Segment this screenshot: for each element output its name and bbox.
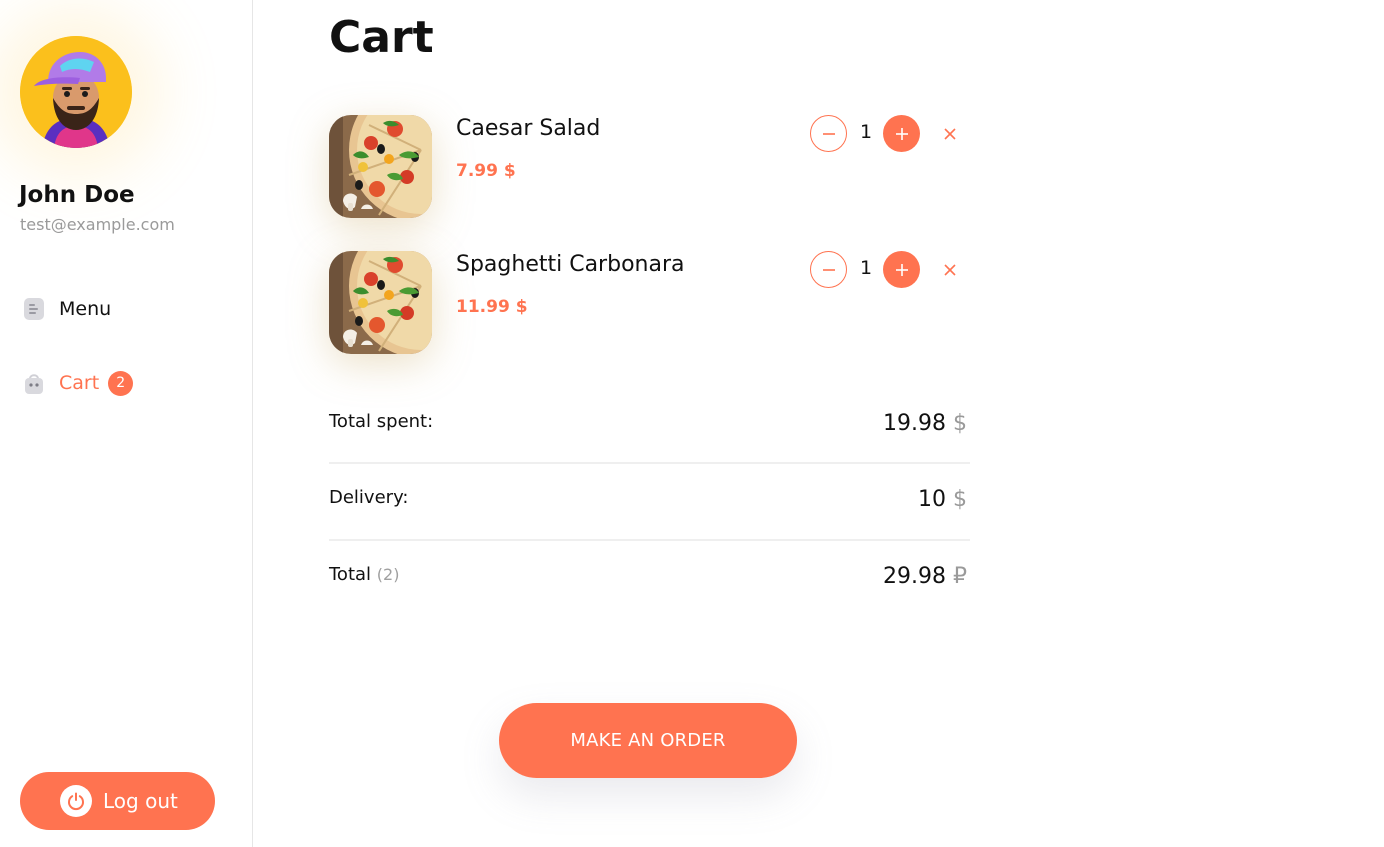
logout-button[interactable]: Log out [20,772,215,830]
pizza-photo-icon [329,115,432,218]
avatar[interactable] [20,36,132,148]
remove-item-button[interactable] [939,123,961,145]
plus-icon [895,127,908,140]
quantity-value: 1 [859,121,873,143]
power-icon [60,785,92,817]
close-icon [944,264,956,276]
sidebar-item-label: Cart [59,372,100,394]
cart-count-badge: 2 [108,370,134,396]
sidebar-item-label: Menu [59,298,112,320]
user-email: test@example.com [20,215,175,234]
user-name: John Doe [19,182,135,208]
minus-icon [822,268,835,271]
summary-delivery: Delivery: 10 $ [329,487,969,527]
summary-total: Total (2) 29.98 ₽ [329,564,969,604]
sidebar: John Doe test@example.com Menu Cart 2 Lo… [0,0,253,847]
decrease-quantity-button[interactable] [810,251,847,288]
app-root: John Doe test@example.com Menu Cart 2 Lo… [0,0,1384,847]
sidebar-item-menu[interactable]: Menu [22,296,111,322]
page-title: Cart [329,12,434,63]
sidebar-item-cart[interactable]: Cart 2 [22,370,134,396]
currency-symbol: $ [953,487,967,512]
cart-item: Spaghetti Carbonara 11.99 $ 1 [329,251,969,355]
cart-item: Caesar Salad 7.99 $ 1 [329,115,969,219]
summary-value: 29.98 ₽ [883,564,967,589]
increase-quantity-button[interactable] [883,115,920,152]
item-name: Spaghetti Carbonara [456,252,685,277]
summary-label: Total spent: [329,411,434,432]
make-order-button[interactable]: MAKE AN ORDER [499,703,797,778]
pizza-photo-icon [329,251,432,354]
item-image [329,251,432,354]
amount: 10 [918,487,946,512]
currency-symbol: ₽ [953,564,967,589]
item-count: (2) [376,565,400,584]
divider [329,462,970,464]
summary-value: 19.98 $ [883,411,967,436]
close-icon [944,128,956,140]
plus-icon [895,263,908,276]
divider [329,539,970,541]
currency-symbol: $ [953,411,967,436]
summary-value: 10 $ [918,487,967,512]
quantity-value: 1 [859,257,873,279]
item-price: 7.99 $ [456,161,516,181]
minus-icon [822,132,835,135]
amount: 29.98 [883,564,946,589]
item-image [329,115,432,218]
summary-label: Delivery: [329,487,409,508]
shopping-bag-icon [22,370,46,396]
decrease-quantity-button[interactable] [810,115,847,152]
document-list-icon [22,296,46,322]
remove-item-button[interactable] [939,259,961,281]
item-name: Caesar Salad [456,116,601,141]
summary-total-spent: Total spent: 19.98 $ [329,411,969,451]
summary-label: Total (2) [329,564,399,585]
avatar-illustration [20,36,132,148]
logout-label: Log out [103,789,178,813]
item-price: 11.99 $ [456,297,528,317]
amount: 19.98 [883,411,946,436]
total-label: Total [329,564,372,585]
increase-quantity-button[interactable] [883,251,920,288]
